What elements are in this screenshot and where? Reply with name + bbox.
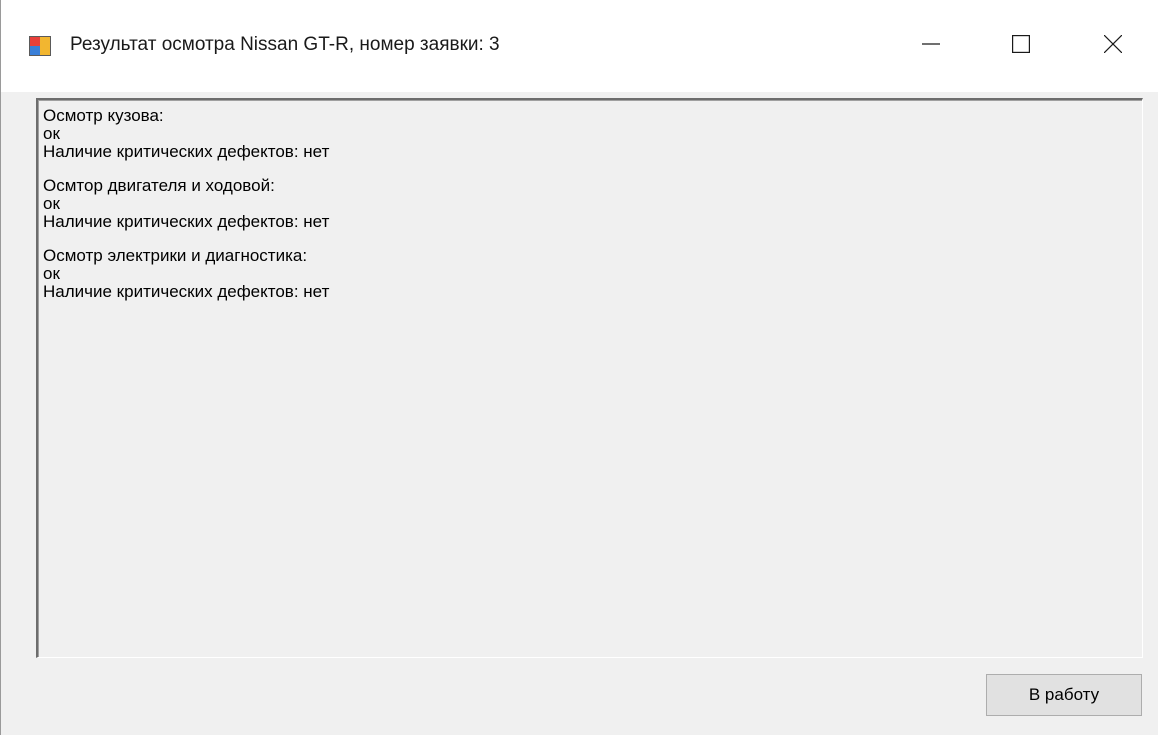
section-critical-engine: Наличие критических дефектов: нет [43, 212, 330, 231]
app-window-icon [29, 36, 51, 56]
maximize-button[interactable] [976, 0, 1066, 92]
section-result-electrics: ок [43, 264, 60, 283]
title-bar[interactable]: Результат осмотра Nissan GT-R, номер зая… [1, 0, 1158, 92]
section-heading-electrics: Осмотр электрики и диагностика: [43, 246, 308, 265]
inspection-report-textbox[interactable]: Осмотр кузова: ок Наличие критических де… [36, 98, 1143, 658]
section-critical-electrics: Наличие критических дефектов: нет [43, 282, 330, 301]
minimize-button[interactable] [886, 0, 976, 92]
maximize-icon [1012, 34, 1030, 58]
to-work-button[interactable]: В работу [986, 674, 1142, 716]
close-button[interactable] [1068, 0, 1158, 92]
close-icon [1103, 34, 1123, 58]
section-result-body: ок [43, 124, 60, 143]
section-critical-body: Наличие критических дефектов: нет [43, 142, 330, 161]
minimize-icon [922, 35, 940, 58]
section-result-engine: ок [43, 194, 60, 213]
window-title: Результат осмотра Nissan GT-R, номер зая… [70, 34, 500, 55]
inspection-result-window: Результат осмотра Nissan GT-R, номер зая… [0, 0, 1158, 735]
section-heading-engine: Осмтор двигателя и ходовой: [43, 176, 275, 195]
section-heading-body: Осмотр кузова: [43, 106, 164, 125]
